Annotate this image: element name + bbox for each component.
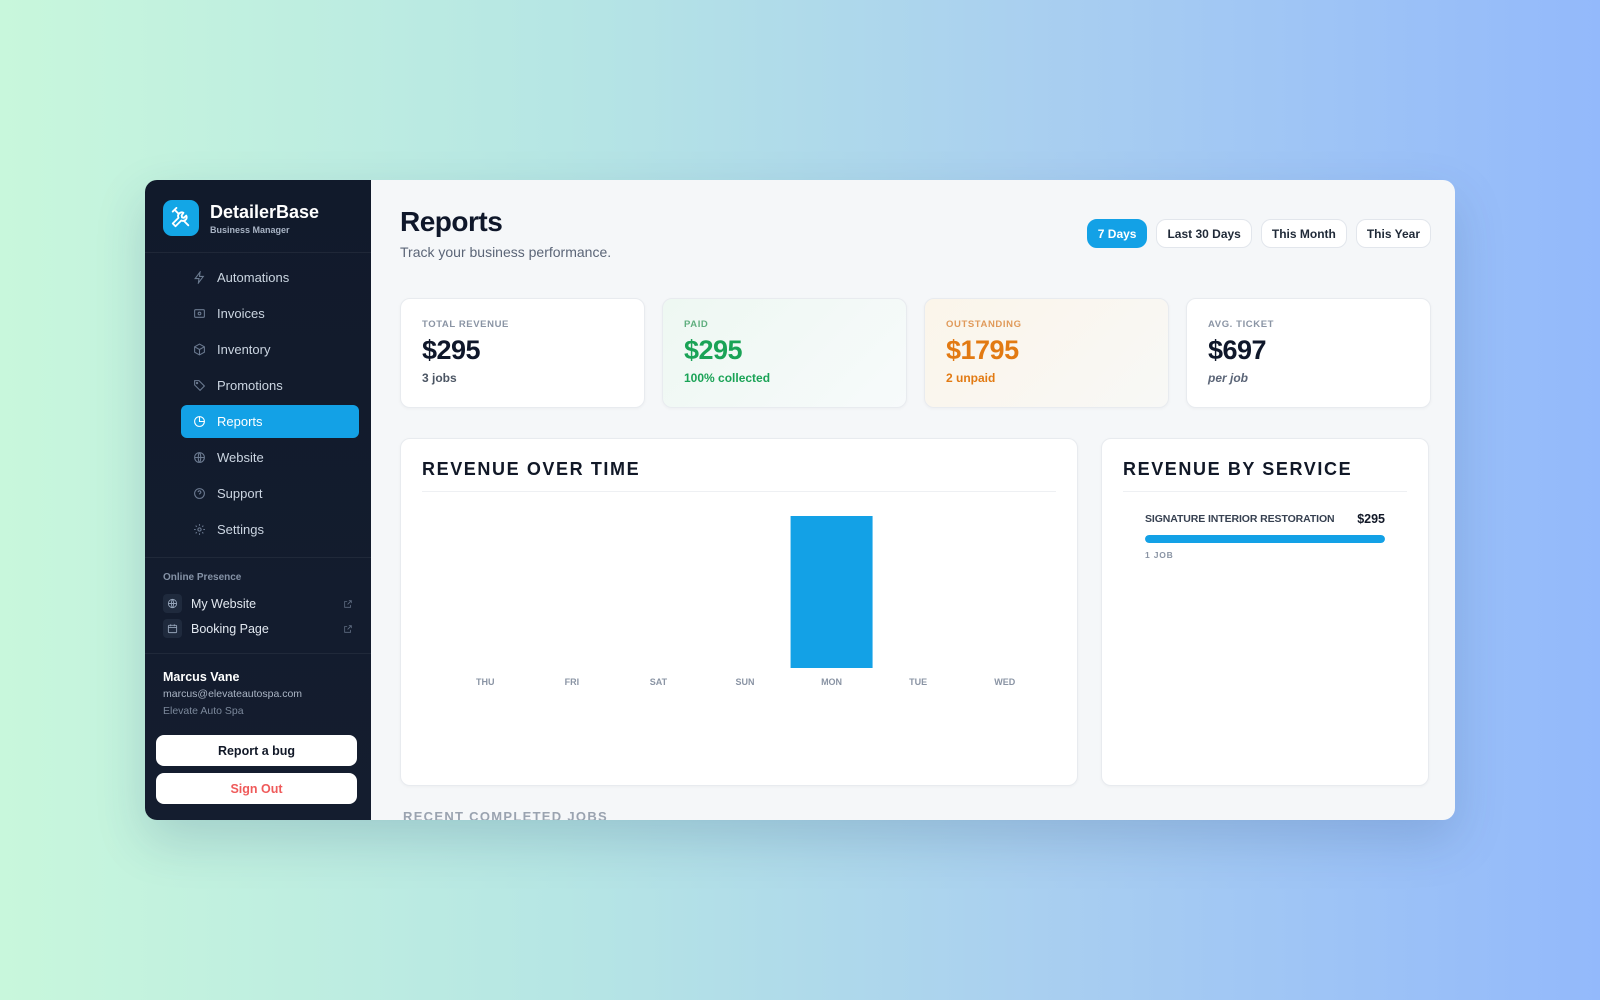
sidebar: DetailerBase Business Manager Automation…: [145, 180, 371, 820]
app-window: DetailerBase Business Manager Automation…: [145, 180, 1455, 820]
recent-completed-jobs-title: RECENT COMPLETED JOBS: [403, 809, 608, 820]
stat-note: per job: [1208, 371, 1249, 385]
sidebar-item-settings[interactable]: Settings: [181, 513, 359, 546]
report-bug-button[interactable]: Report a bug: [156, 735, 357, 766]
stat-value: $295: [422, 335, 481, 365]
x-tick-label: SAT: [650, 677, 668, 687]
service-amount: $295: [1357, 512, 1385, 526]
x-tick-label: MON: [821, 677, 842, 687]
panels-row: REVENUE OVER TIME THU FRI SAT SUN MON TUE WED …: [400, 438, 1431, 786]
service-name: SIGNATURE INTERIOR RESTORATION: [1145, 513, 1335, 525]
external-link-icon: [343, 624, 353, 634]
user-email: marcus@elevateautospa.com: [163, 688, 303, 700]
brand-subtitle: Business Manager: [210, 224, 290, 235]
user-profile: Marcus Vane marcus@elevateautospa.com El…: [145, 654, 371, 725]
x-tick-label: TUE: [909, 677, 927, 687]
stat-note: 2 unpaid: [946, 371, 996, 385]
bar-mon: [790, 516, 873, 668]
presence-item-label: My Website: [191, 596, 257, 611]
total-revenue-card: TOTAL REVENUE $295 3 jobs: [400, 298, 645, 408]
tools-icon: [163, 200, 199, 236]
gear-icon: [192, 523, 206, 537]
user-company: Elevate Auto Spa: [163, 705, 244, 717]
sidebar-item-inventory[interactable]: Inventory: [181, 333, 359, 366]
revenue-over-time-panel: REVENUE OVER TIME THU FRI SAT SUN MON TUE WED: [400, 438, 1078, 786]
x-tick-label: THU: [476, 677, 495, 687]
online-presence: Online Presence My Website Booking Page: [145, 558, 371, 654]
stat-label: AVG. TICKET: [1208, 319, 1275, 330]
stat-label: PAID: [684, 319, 709, 330]
stat-value: $697: [1208, 335, 1267, 365]
sidebar-item-label: Promotions: [217, 378, 283, 393]
x-tick-label: WED: [994, 677, 1015, 687]
panel-title: REVENUE OVER TIME: [422, 459, 1056, 492]
outstanding-card: OUTSTANDING $1795 2 unpaid: [924, 298, 1169, 408]
range-7-days-button[interactable]: 7 Days: [1086, 219, 1148, 248]
sidebar-item-reports[interactable]: Reports: [181, 405, 359, 438]
sidebar-item-label: Inventory: [217, 342, 271, 357]
pie-chart-icon: [192, 415, 206, 429]
invoice-icon: [192, 307, 206, 321]
range-this-year-button[interactable]: This Year: [1355, 219, 1431, 248]
sidebar-item-website[interactable]: Website: [181, 441, 359, 474]
calendar-icon: [163, 619, 182, 638]
service-progress-fill: [1145, 535, 1385, 543]
revenue-chart: THU FRI SAT SUN MON TUE WED: [422, 498, 1058, 698]
globe-icon: [163, 594, 182, 613]
stat-value: $1795: [946, 335, 1019, 365]
avg-ticket-card: AVG. TICKET $697 per job: [1186, 298, 1431, 408]
panel-title: REVENUE BY SERVICE: [1123, 459, 1407, 492]
sign-out-button[interactable]: Sign Out: [156, 773, 357, 804]
globe-icon: [192, 451, 206, 465]
service-jobs: 1 JOB: [1145, 550, 1174, 560]
sidebar-item-label: Website: [217, 450, 264, 465]
online-presence-title: Online Presence: [163, 572, 242, 583]
external-link-icon: [343, 599, 353, 609]
booking-page-link[interactable]: Booking Page: [163, 616, 353, 641]
brand: DetailerBase Business Manager: [145, 180, 371, 253]
sidebar-item-label: Settings: [217, 522, 264, 537]
sidebar-item-label: Invoices: [217, 306, 265, 321]
user-name: Marcus Vane: [163, 670, 240, 684]
sidebar-item-label: Automations: [217, 270, 290, 285]
revenue-by-service-panel: REVENUE BY SERVICE SIGNATURE INTERIOR RE…: [1101, 438, 1429, 786]
stats-row: TOTAL REVENUE $295 3 jobs PAID $295 100%…: [400, 298, 1431, 408]
stat-note: 100% collected: [684, 371, 771, 385]
help-circle-icon: [192, 487, 206, 501]
sidebar-nav: Automations Invoices Inventory Promotion…: [145, 253, 371, 558]
date-range-selector: 7 Days Last 30 Days This Month This Year: [1086, 219, 1431, 248]
tag-icon: [192, 379, 206, 393]
brand-name: DetailerBase: [210, 201, 320, 222]
presence-item-label: Booking Page: [191, 621, 269, 636]
x-tick-label: SUN: [735, 677, 754, 687]
stat-value: $295: [684, 335, 743, 365]
lightning-icon: [192, 271, 206, 285]
my-website-link[interactable]: My Website: [163, 591, 353, 616]
stat-label: TOTAL REVENUE: [422, 319, 509, 330]
sidebar-item-promotions[interactable]: Promotions: [181, 369, 359, 402]
x-tick-label: FRI: [565, 677, 580, 687]
stat-label: OUTSTANDING: [946, 319, 1022, 330]
range-last-30-days-button[interactable]: Last 30 Days: [1156, 219, 1252, 248]
service-row: SIGNATURE INTERIOR RESTORATION $295 1 JO…: [1123, 492, 1407, 560]
stat-note: 3 jobs: [422, 371, 457, 385]
main-content: Reports Track your business performance.…: [371, 180, 1455, 820]
paid-card: PAID $295 100% collected: [662, 298, 907, 408]
revenue-chart-svg: THU FRI SAT SUN MON TUE WED: [476, 516, 1016, 687]
sidebar-item-invoices[interactable]: Invoices: [181, 297, 359, 330]
sidebar-item-automations[interactable]: Automations: [181, 261, 359, 294]
sidebar-item-label: Support: [217, 486, 263, 501]
box-icon: [192, 343, 206, 357]
range-this-month-button[interactable]: This Month: [1260, 219, 1347, 248]
sidebar-item-support[interactable]: Support: [181, 477, 359, 510]
sidebar-item-label: Reports: [217, 414, 263, 429]
service-progress-bar: [1145, 535, 1385, 543]
